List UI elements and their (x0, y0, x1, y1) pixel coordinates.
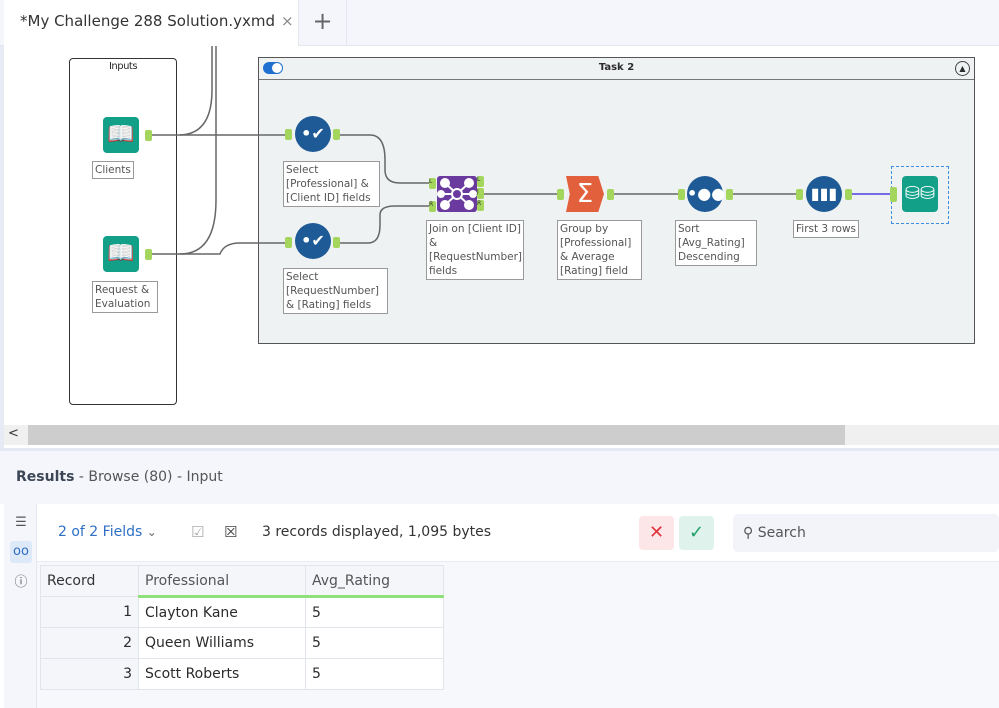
check-icon: •✔ (301, 124, 325, 143)
table-row[interactable]: 3 Scott Roberts 5 (40, 658, 444, 690)
fields-dropdown[interactable]: 2 of 2 Fields ⌄ (58, 524, 157, 540)
scroll-left-icon[interactable]: < (8, 426, 19, 441)
input-anchor[interactable] (796, 189, 803, 200)
tool-label: Select [RequestNumber] & [Rating] fields (283, 268, 388, 314)
tool-label: Join on [Client ID] & [RequestNumber] fi… (426, 220, 524, 280)
join-l-output-anchor[interactable]: L (477, 176, 484, 187)
tool-label: Request & Evaluation (92, 281, 158, 313)
binoculars-icon: ⛁⛁ (904, 183, 936, 204)
sort-tool[interactable]: •●● (687, 176, 726, 212)
list-icon[interactable]: ☰ (10, 512, 32, 534)
input-anchor[interactable] (557, 189, 564, 200)
tool-label: Sort [Avg_Rating] Descending (675, 220, 757, 266)
output-anchor[interactable] (726, 189, 733, 200)
output-anchor[interactable] (145, 249, 152, 260)
chevron-down-icon: ⌄ (146, 525, 157, 539)
output-anchor[interactable] (333, 129, 340, 140)
output-anchor[interactable] (845, 189, 852, 200)
scrollbar-thumb[interactable] (28, 425, 845, 445)
join-right-anchor[interactable]: R (429, 201, 436, 212)
test-tubes-icon: ▮▮▮ (810, 184, 838, 203)
cell-professional[interactable]: Clayton Kane (138, 596, 306, 628)
input-data-tool-request[interactable]: 📖 (103, 236, 139, 272)
cell-record: 2 (40, 627, 139, 659)
cell-record: 1 (40, 596, 139, 628)
results-title: Results - Browse (80) - Input (16, 469, 223, 485)
table-row[interactable]: 2 Queen Williams 5 (40, 627, 444, 659)
output-anchor[interactable] (333, 237, 340, 248)
input-data-tool-clients[interactable]: 📖 (103, 117, 139, 153)
tool-label: Select [Professional] & [Client ID] fiel… (283, 161, 380, 207)
join-r-output-anchor[interactable]: R (477, 200, 484, 211)
browse-tool[interactable]: ⛁⛁ (902, 176, 938, 212)
search-icon: ⚲ (743, 525, 754, 541)
connection (179, 46, 213, 136)
search-input[interactable]: ⚲ Search (733, 514, 999, 552)
cell-professional[interactable]: Queen Williams (138, 627, 306, 659)
connection (340, 205, 432, 244)
help-icon[interactable]: ⓘ (10, 572, 32, 594)
records-info: 3 records displayed, 1,095 bytes (262, 524, 492, 540)
connection (179, 46, 217, 255)
results-side-rail: ☰ oo ⓘ (4, 504, 37, 708)
input-anchor[interactable] (890, 187, 897, 202)
column-header-record[interactable]: Record (40, 565, 139, 597)
input-anchor[interactable] (285, 129, 292, 140)
cell-avg-rating[interactable]: 5 (305, 596, 444, 628)
deselect-checkbox-icon[interactable]: ☒ (224, 523, 237, 541)
book-icon: 📖 (107, 241, 135, 266)
tool-label: Clients (92, 161, 134, 179)
summarize-tool[interactable]: Σ (566, 176, 604, 212)
select-tool-2[interactable]: •✔ (295, 223, 331, 259)
input-anchor[interactable] (285, 237, 292, 248)
binoculars-icon[interactable]: oo (10, 541, 32, 563)
cell-avg-rating[interactable]: 5 (305, 627, 444, 659)
apply-button[interactable]: ✓ (679, 516, 714, 550)
sample-tool[interactable]: ▮▮▮ (806, 176, 842, 212)
book-icon: 📖 (107, 122, 135, 147)
results-table: Record Professional Avg_Rating 1 Clayton … (40, 565, 444, 690)
cell-avg-rating[interactable]: 5 (305, 658, 444, 690)
table-row[interactable]: 1 Clayton Kane 5 (40, 596, 444, 628)
sort-icon: •●● (687, 184, 726, 203)
cell-professional[interactable]: Scott Roberts (138, 658, 306, 690)
join-tool[interactable] (437, 176, 477, 212)
check-icon: •✔ (301, 231, 325, 250)
connections (150, 46, 890, 255)
join-j-output-anchor[interactable]: J (477, 188, 484, 199)
connection (150, 242, 288, 255)
join-left-anchor[interactable]: L (429, 178, 436, 189)
column-header-professional[interactable]: Professional (138, 565, 306, 598)
cell-record: 3 (40, 658, 139, 690)
input-anchor[interactable] (678, 189, 685, 200)
cancel-button[interactable]: ✕ (639, 516, 674, 550)
tool-label: First 3 rows (793, 220, 860, 238)
join-icon (437, 178, 477, 210)
output-anchor[interactable] (607, 189, 614, 200)
sigma-icon: Σ (576, 179, 594, 209)
column-header-avg-rating[interactable]: Avg_Rating (305, 565, 444, 598)
select-tool-1[interactable]: •✔ (295, 116, 331, 152)
tool-label: Group by [Professional] & Average [Ratin… (557, 220, 642, 280)
output-anchor[interactable] (145, 130, 152, 141)
select-all-checkbox-icon[interactable]: ☑ (191, 523, 204, 541)
